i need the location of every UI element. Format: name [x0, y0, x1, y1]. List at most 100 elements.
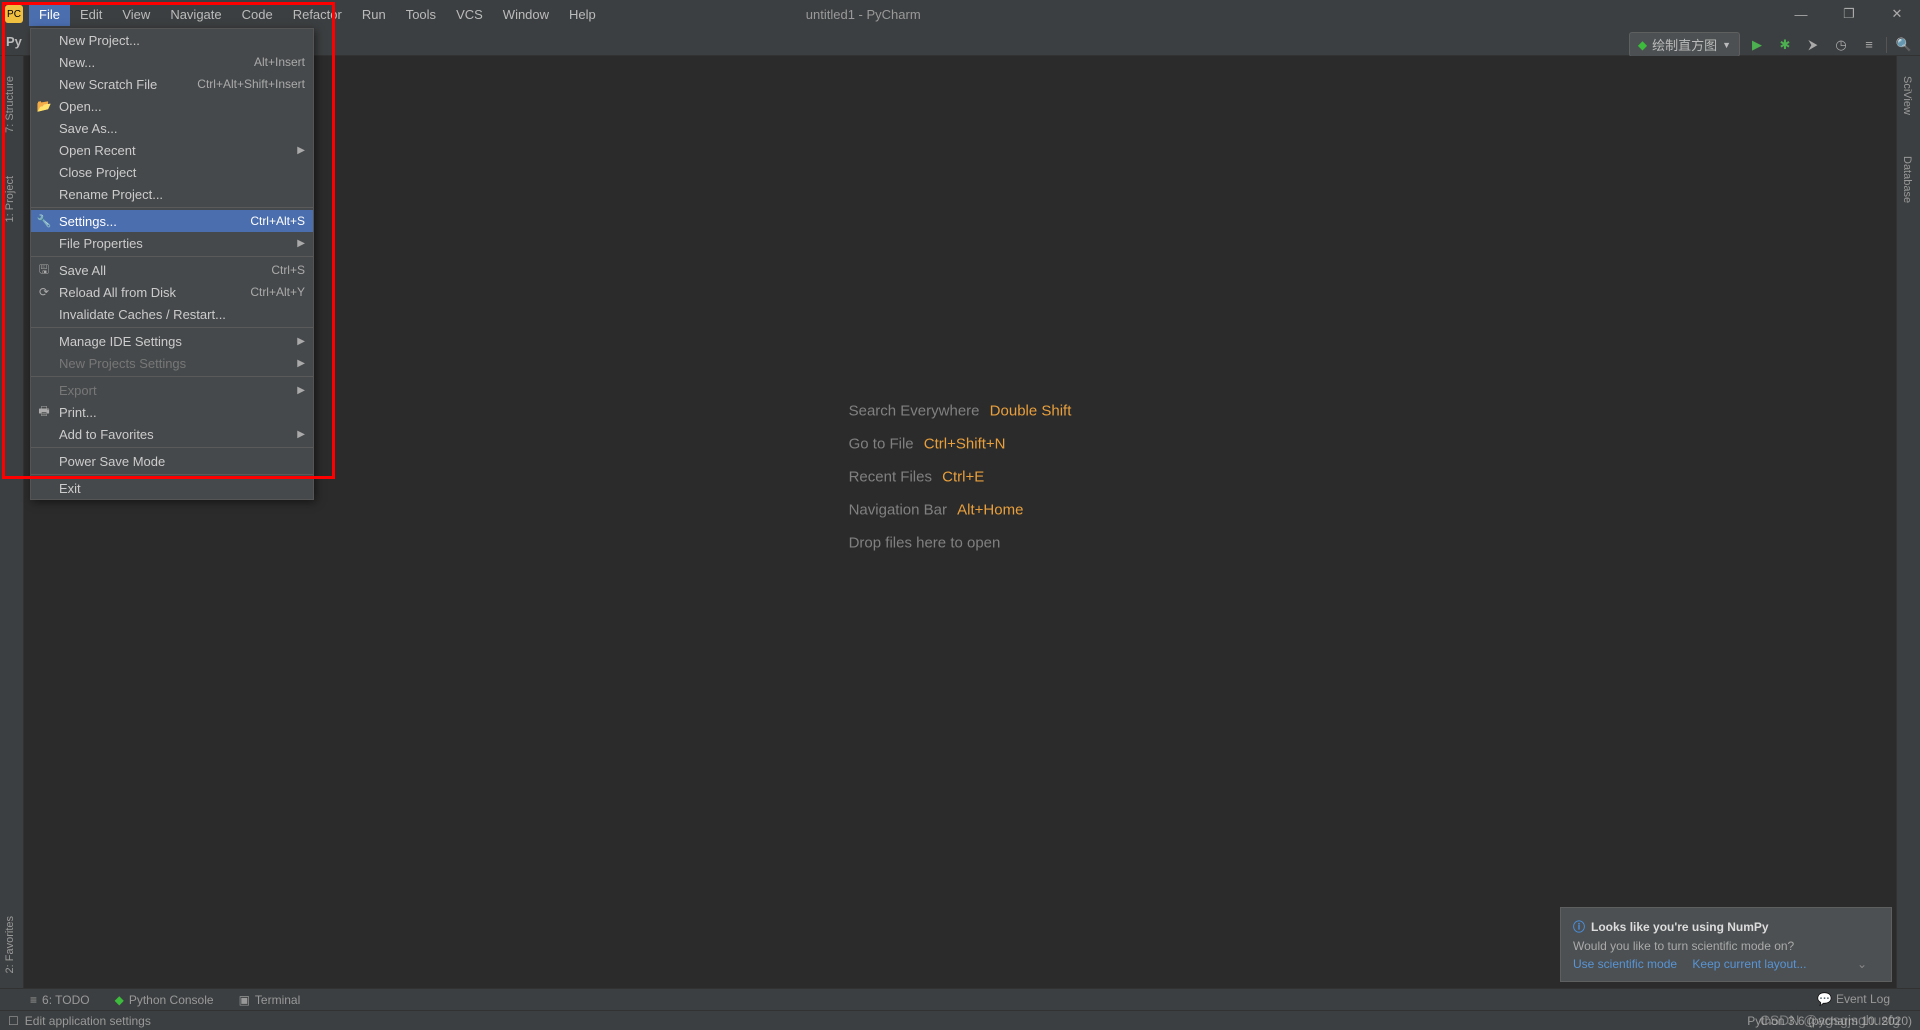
- python-icon: ◆: [115, 993, 124, 1007]
- menu-run[interactable]: Run: [352, 3, 396, 26]
- menu-save-all[interactable]: 🖫Save AllCtrl+S: [31, 259, 313, 281]
- status-left-text: Edit application settings: [25, 1014, 151, 1028]
- menu-separator: [31, 447, 313, 448]
- minimize-button[interactable]: —: [1783, 3, 1819, 25]
- menu-print[interactable]: 🖶Print...: [31, 401, 313, 423]
- chevron-right-icon: ▶: [297, 145, 305, 156]
- menu-refactor[interactable]: Refactor: [283, 3, 352, 26]
- hint-goto-key: Ctrl+Shift+N: [924, 435, 1006, 452]
- save-icon: 🖫: [37, 263, 51, 277]
- window-controls: — ❐ ✕: [1783, 3, 1915, 25]
- debug-button[interactable]: ✱: [1774, 34, 1796, 56]
- menu-view[interactable]: View: [112, 3, 160, 26]
- terminal-icon: ▣: [239, 993, 250, 1007]
- window-title: untitled1 - PyCharm: [806, 7, 921, 22]
- menu-manage-ide[interactable]: Manage IDE Settings▶: [31, 330, 313, 352]
- keep-layout-link[interactable]: Keep current layout...: [1692, 957, 1806, 971]
- menu-file[interactable]: File: [29, 3, 70, 26]
- menu-export[interactable]: Export▶: [31, 379, 313, 401]
- notification-body: Would you like to turn scientific mode o…: [1573, 939, 1879, 953]
- hint-navbar-label: Navigation Bar: [849, 501, 947, 518]
- todo-tab[interactable]: ≡6: TODO: [30, 993, 90, 1007]
- menu-file-properties[interactable]: File Properties▶: [31, 232, 313, 254]
- menu-new-scratch[interactable]: New Scratch FileCtrl+Alt+Shift+Insert: [31, 73, 313, 95]
- menu-window[interactable]: Window: [493, 3, 559, 26]
- menu-help[interactable]: Help: [559, 3, 606, 26]
- menu-close-project[interactable]: Close Project: [31, 161, 313, 183]
- menu-reload-disk[interactable]: ⟳Reload All from DiskCtrl+Alt+Y: [31, 281, 313, 303]
- left-gutter: 7: Structure 1: Project 2: Favorites: [0, 56, 24, 988]
- chevron-right-icon: ▶: [297, 336, 305, 347]
- print-icon: 🖶: [37, 405, 51, 419]
- menu-invalidate-caches[interactable]: Invalidate Caches / Restart...: [31, 303, 313, 325]
- menu-save-as[interactable]: Save As...: [31, 117, 313, 139]
- run-config-label: 绘制直方图: [1652, 35, 1717, 54]
- event-log-button[interactable]: 💬Event Log: [1817, 992, 1890, 1006]
- status-interpreter[interactable]: Python 3.6 (pycharm 10. 2020): [1747, 1014, 1912, 1028]
- top-toolbar: ◆ 绘制直方图 ▼ ▶ ✱ ⮞ ◷ ≡ 🔍: [1629, 32, 1915, 57]
- project-tab[interactable]: 1: Project: [0, 166, 20, 232]
- coverage-button[interactable]: ⮞: [1802, 34, 1824, 56]
- maximize-button[interactable]: ❐: [1831, 3, 1867, 25]
- separator: [1886, 37, 1887, 53]
- hint-navbar-key: Alt+Home: [957, 501, 1023, 518]
- menu-power-save[interactable]: Power Save Mode: [31, 450, 313, 472]
- python-icon: ◆: [1638, 38, 1647, 52]
- menu-add-favorites[interactable]: Add to Favorites▶: [31, 423, 313, 445]
- run-button[interactable]: ▶: [1746, 34, 1768, 56]
- favorites-tab[interactable]: 2: Favorites: [0, 906, 20, 983]
- menu-navigate[interactable]: Navigate: [160, 3, 231, 26]
- chevron-down-icon: ▼: [1722, 40, 1731, 50]
- menu-tools[interactable]: Tools: [396, 3, 446, 26]
- menu-edit[interactable]: Edit: [70, 3, 112, 26]
- chevron-right-icon: ▶: [297, 385, 305, 396]
- status-icon[interactable]: ☐: [8, 1014, 19, 1028]
- menu-new[interactable]: New...Alt+Insert: [31, 51, 313, 73]
- profile-button[interactable]: ◷: [1830, 34, 1852, 56]
- database-tab[interactable]: Database: [1897, 146, 1917, 213]
- menu-separator: [31, 327, 313, 328]
- run-config-selector[interactable]: ◆ 绘制直方图 ▼: [1629, 32, 1740, 57]
- folder-icon: 📂: [37, 99, 51, 113]
- menu-new-project[interactable]: New Project...: [31, 29, 313, 51]
- menu-separator: [31, 256, 313, 257]
- menu-separator: [31, 474, 313, 475]
- hint-search-label: Search Everywhere: [849, 402, 980, 419]
- hint-search-key: Double Shift: [990, 402, 1072, 419]
- menu-vcs[interactable]: VCS: [446, 3, 493, 26]
- hint-recent-key: Ctrl+E: [942, 468, 984, 485]
- menubar: PC File Edit View Navigate Code Refactor…: [0, 0, 1920, 28]
- search-button[interactable]: 🔍: [1893, 34, 1915, 56]
- info-icon: ⓘ: [1573, 918, 1585, 935]
- right-gutter: SciView Database: [1896, 56, 1920, 988]
- menu-separator: [31, 376, 313, 377]
- balloon-icon: 💬: [1817, 992, 1832, 1006]
- menu-code[interactable]: Code: [232, 3, 283, 26]
- editor-hints: Search Everywhere Double Shift Go to Fil…: [849, 386, 1072, 567]
- status-bar: ☐ Edit application settings Python 3.6 (…: [0, 1010, 1920, 1030]
- chevron-right-icon: ▶: [297, 238, 305, 249]
- reload-icon: ⟳: [37, 285, 51, 299]
- notification-collapse-icon[interactable]: ⌄: [1857, 957, 1867, 971]
- python-console-tab[interactable]: ◆Python Console: [115, 993, 214, 1007]
- todo-icon: ≡: [30, 993, 37, 1007]
- bottom-tool-tabs: ≡6: TODO ◆Python Console ▣Terminal: [0, 988, 1920, 1010]
- app-icon: PC: [5, 5, 23, 23]
- concurrency-button[interactable]: ≡: [1858, 34, 1880, 56]
- notification-title: Looks like you're using NumPy: [1591, 920, 1769, 934]
- menu-new-projects-settings[interactable]: New Projects Settings▶: [31, 352, 313, 374]
- sciview-tab[interactable]: SciView: [1897, 66, 1917, 125]
- menu-open-recent[interactable]: Open Recent▶: [31, 139, 313, 161]
- notification-popup: ⓘ Looks like you're using NumPy Would you…: [1560, 907, 1892, 982]
- hint-goto-label: Go to File: [849, 435, 914, 452]
- chevron-right-icon: ▶: [297, 429, 305, 440]
- close-button[interactable]: ✕: [1879, 3, 1915, 25]
- menu-settings[interactable]: 🔧Settings...Ctrl+Alt+S: [31, 210, 313, 232]
- menu-rename-project[interactable]: Rename Project...: [31, 183, 313, 205]
- breadcrumb-root[interactable]: Py: [6, 34, 22, 49]
- structure-tab[interactable]: 7: Structure: [0, 66, 20, 143]
- menu-exit[interactable]: Exit: [31, 477, 313, 499]
- use-scientific-mode-link[interactable]: Use scientific mode: [1573, 957, 1677, 971]
- terminal-tab[interactable]: ▣Terminal: [239, 993, 301, 1007]
- menu-open[interactable]: 📂Open...: [31, 95, 313, 117]
